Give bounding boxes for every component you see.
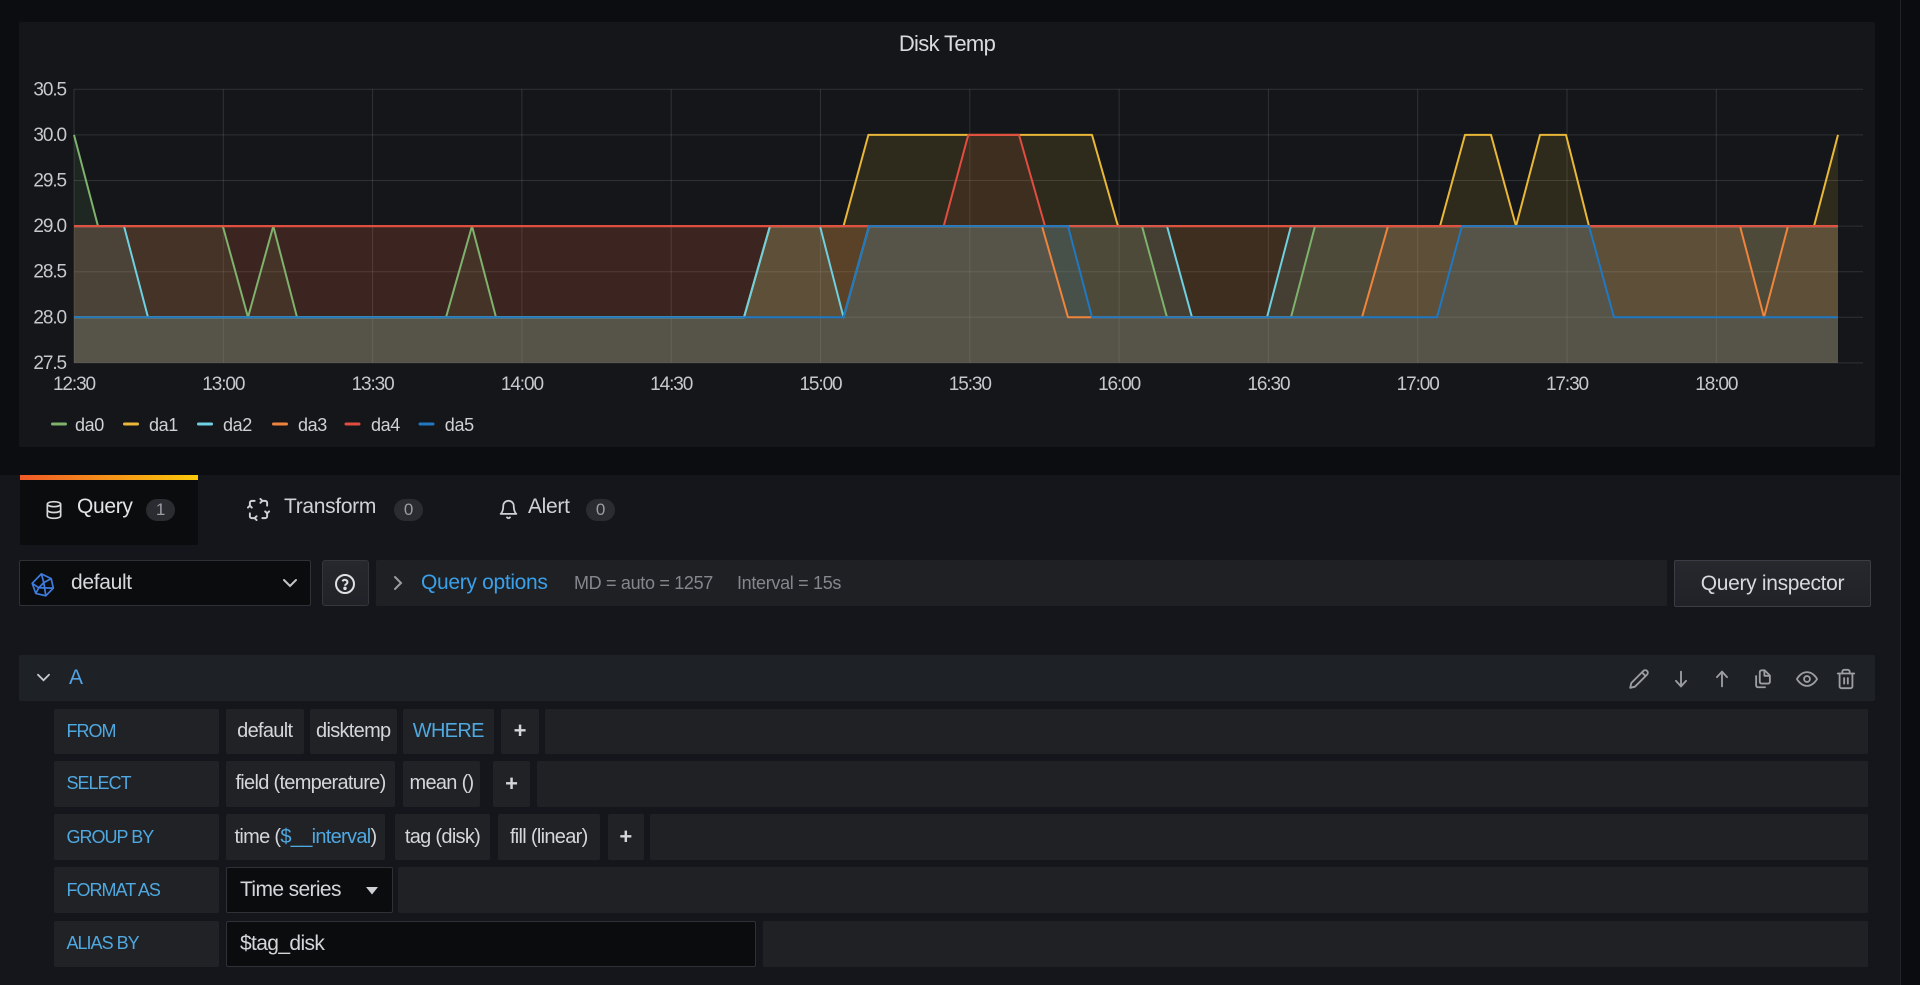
svg-text:30.0: 30.0 [33,125,66,146]
svg-text:16:00: 16:00 [1098,374,1141,395]
svg-text:da2: da2 [223,415,252,435]
svg-text:17:30: 17:30 [1546,374,1589,395]
svg-text:da4: da4 [371,415,400,435]
svg-text:da5: da5 [445,415,474,435]
svg-text:15:00: 15:00 [799,374,842,395]
svg-text:13:00: 13:00 [202,374,245,395]
svg-text:18:00: 18:00 [1695,374,1738,395]
svg-text:13:30: 13:30 [352,374,395,395]
svg-text:15:30: 15:30 [949,374,992,395]
svg-text:da0: da0 [75,415,104,435]
svg-text:16:30: 16:30 [1247,374,1290,395]
svg-text:28.5: 28.5 [33,262,66,283]
svg-text:da3: da3 [298,415,327,435]
svg-text:12:30: 12:30 [53,374,96,395]
svg-text:17:00: 17:00 [1397,374,1440,395]
svg-text:29.0: 29.0 [33,216,66,237]
svg-text:da1: da1 [149,415,178,435]
svg-text:14:00: 14:00 [501,374,544,395]
svg-text:28.0: 28.0 [33,307,66,328]
svg-text:27.5: 27.5 [33,353,66,374]
svg-text:30.5: 30.5 [33,79,66,100]
svg-text:14:30: 14:30 [650,374,693,395]
svg-text:29.5: 29.5 [33,171,66,192]
